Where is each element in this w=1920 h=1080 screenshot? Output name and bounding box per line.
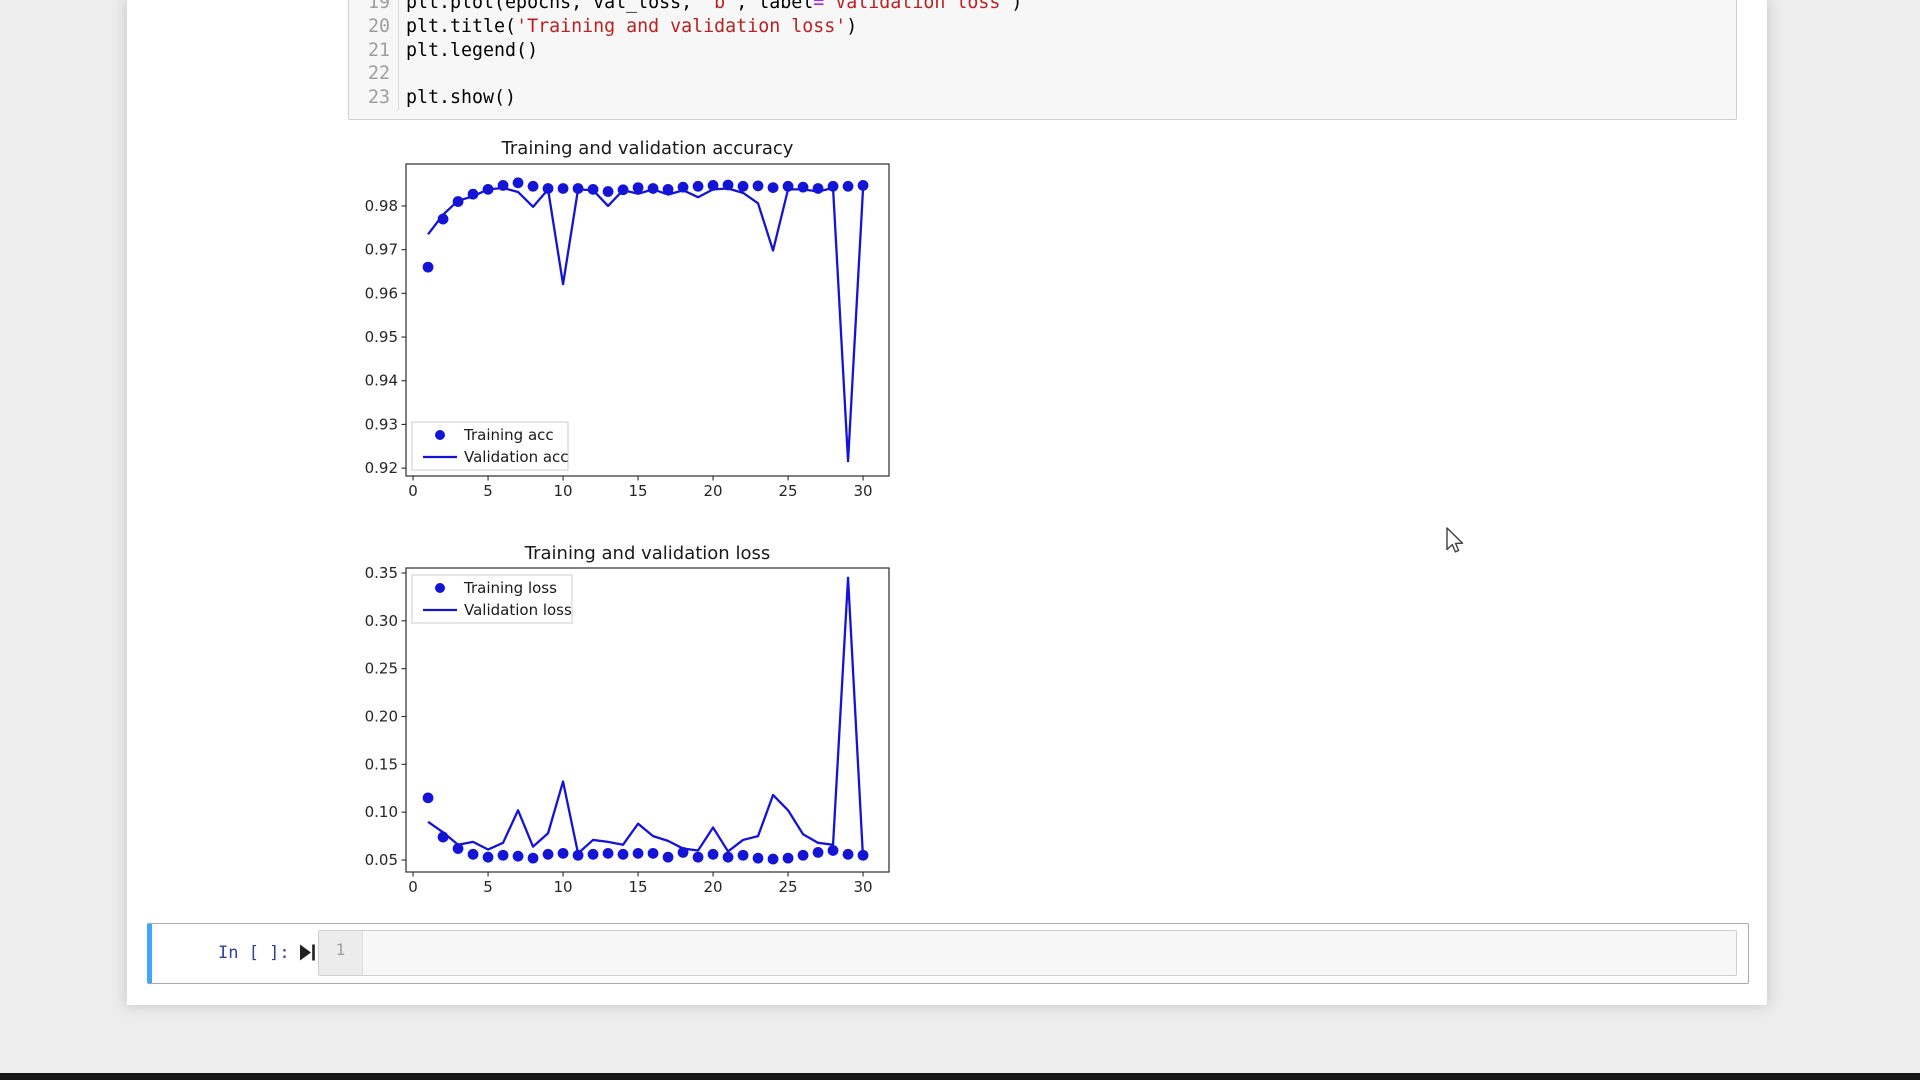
line-number: 23 — [349, 86, 399, 110]
svg-text:10: 10 — [554, 878, 573, 896]
svg-text:Validation loss: Validation loss — [464, 601, 572, 619]
svg-text:0.94: 0.94 — [365, 372, 398, 390]
svg-text:30: 30 — [854, 482, 873, 500]
training-dot — [753, 180, 764, 191]
svg-text:5: 5 — [483, 482, 493, 500]
input-prompt: In [ ]: — [218, 943, 290, 963]
training-dot — [558, 183, 569, 194]
training-dot — [783, 853, 794, 864]
code-editor[interactable]: 1 — [318, 930, 1737, 976]
svg-text:0.30: 0.30 — [365, 612, 398, 630]
svg-text:0.98: 0.98 — [365, 197, 398, 215]
training-dot — [693, 181, 704, 192]
notebook-container: 19plt.plot(epochs, val_loss, 'b', label=… — [127, 0, 1767, 1005]
training-dot — [738, 181, 749, 192]
line-number: 21 — [349, 39, 399, 63]
svg-text:5: 5 — [483, 878, 493, 896]
chart-title: Training and validation loss — [524, 543, 770, 564]
svg-text:15: 15 — [629, 482, 648, 500]
training-dot — [498, 850, 509, 861]
page-background: 19plt.plot(epochs, val_loss, 'b', label=… — [0, 0, 1920, 1080]
empty-code-cell[interactable]: In [ ]: 1 — [147, 923, 1749, 984]
svg-text:0.97: 0.97 — [365, 241, 398, 259]
svg-text:0.10: 0.10 — [365, 803, 398, 821]
svg-text:25: 25 — [779, 878, 798, 896]
training-dot — [543, 849, 554, 860]
training-dot — [798, 850, 809, 861]
line-number: 22 — [349, 62, 399, 86]
training-dot — [468, 849, 479, 860]
svg-text:20: 20 — [704, 878, 723, 896]
svg-text:Training acc: Training acc — [463, 426, 554, 444]
svg-text:Training loss: Training loss — [463, 579, 557, 597]
svg-text:0.92: 0.92 — [365, 459, 398, 477]
training-dot — [603, 186, 614, 197]
code-line: 21plt.legend() — [349, 39, 1736, 63]
training-dot — [828, 845, 839, 856]
training-dot — [693, 852, 704, 863]
svg-text:0.25: 0.25 — [365, 660, 398, 678]
svg-text:0.35: 0.35 — [365, 564, 398, 582]
training-dot — [483, 852, 494, 863]
svg-text:15: 15 — [629, 878, 648, 896]
training-dot — [603, 848, 614, 859]
svg-text:25: 25 — [779, 482, 798, 500]
code-line: 22 — [349, 62, 1736, 86]
editor-line-number: 1 — [336, 940, 346, 959]
svg-text:0.96: 0.96 — [365, 284, 398, 302]
svg-text:30: 30 — [854, 878, 873, 896]
svg-text:0.20: 0.20 — [365, 708, 398, 726]
training-dot — [648, 848, 659, 859]
training-dot — [843, 849, 854, 860]
training-dot — [843, 181, 854, 192]
training-dot — [558, 848, 569, 859]
training-dot — [528, 181, 539, 192]
validation-line — [428, 188, 863, 461]
training-dot — [588, 849, 599, 860]
line-number: 20 — [349, 15, 399, 39]
training-dot — [528, 853, 539, 864]
svg-text:0.95: 0.95 — [365, 328, 398, 346]
svg-text:0.15: 0.15 — [365, 755, 398, 773]
taskbar-strip — [0, 1073, 1920, 1080]
training-dot — [768, 182, 779, 193]
mouse-cursor — [1446, 527, 1468, 557]
svg-text:10: 10 — [554, 482, 573, 500]
svg-text:0: 0 — [408, 482, 418, 500]
editor-text-area[interactable] — [363, 931, 1736, 975]
svg-text:0.05: 0.05 — [365, 851, 398, 869]
training-dot — [723, 852, 734, 863]
training-dot — [738, 850, 749, 861]
training-dot — [423, 792, 434, 803]
training-dot — [633, 182, 644, 193]
svg-text:0.93: 0.93 — [365, 415, 398, 433]
training-dot — [753, 853, 764, 864]
accuracy-chart: 0.92 0.93 0.94 0.95 0.96 0.97 0.98 0 5 10 15 20 25 30… — [360, 130, 920, 505]
training-dot — [618, 849, 629, 860]
chart-title: Training and validation accuracy — [501, 138, 794, 159]
training-dot — [513, 177, 524, 188]
svg-text:0: 0 — [408, 878, 418, 896]
code-line: 23plt.show() — [349, 86, 1736, 110]
training-dot — [633, 848, 644, 859]
training-dot — [663, 852, 674, 863]
training-dot — [513, 851, 524, 862]
svg-text:20: 20 — [704, 482, 723, 500]
svg-text:Validation acc: Validation acc — [464, 448, 569, 466]
training-dot — [423, 262, 434, 273]
training-dot — [708, 849, 719, 860]
loss-chart: 0.05 0.10 0.15 0.20 0.25 0.30 0.35 0 5 10 15 20 25 30… — [360, 535, 920, 910]
code-cell[interactable]: 19plt.plot(epochs, val_loss, 'b', label=… — [348, 0, 1737, 120]
editor-gutter: 1 — [319, 931, 363, 975]
training-dot — [768, 854, 779, 865]
line-number: 19 — [349, 0, 399, 15]
code-line: 20plt.title('Training and validation los… — [349, 15, 1736, 39]
code-line: 19plt.plot(epochs, val_loss, 'b', label=… — [349, 0, 1736, 15]
code-lines: 19plt.plot(epochs, val_loss, 'b', label=… — [349, 0, 1736, 110]
training-dot — [813, 847, 824, 858]
run-cell-icon[interactable] — [300, 944, 316, 961]
